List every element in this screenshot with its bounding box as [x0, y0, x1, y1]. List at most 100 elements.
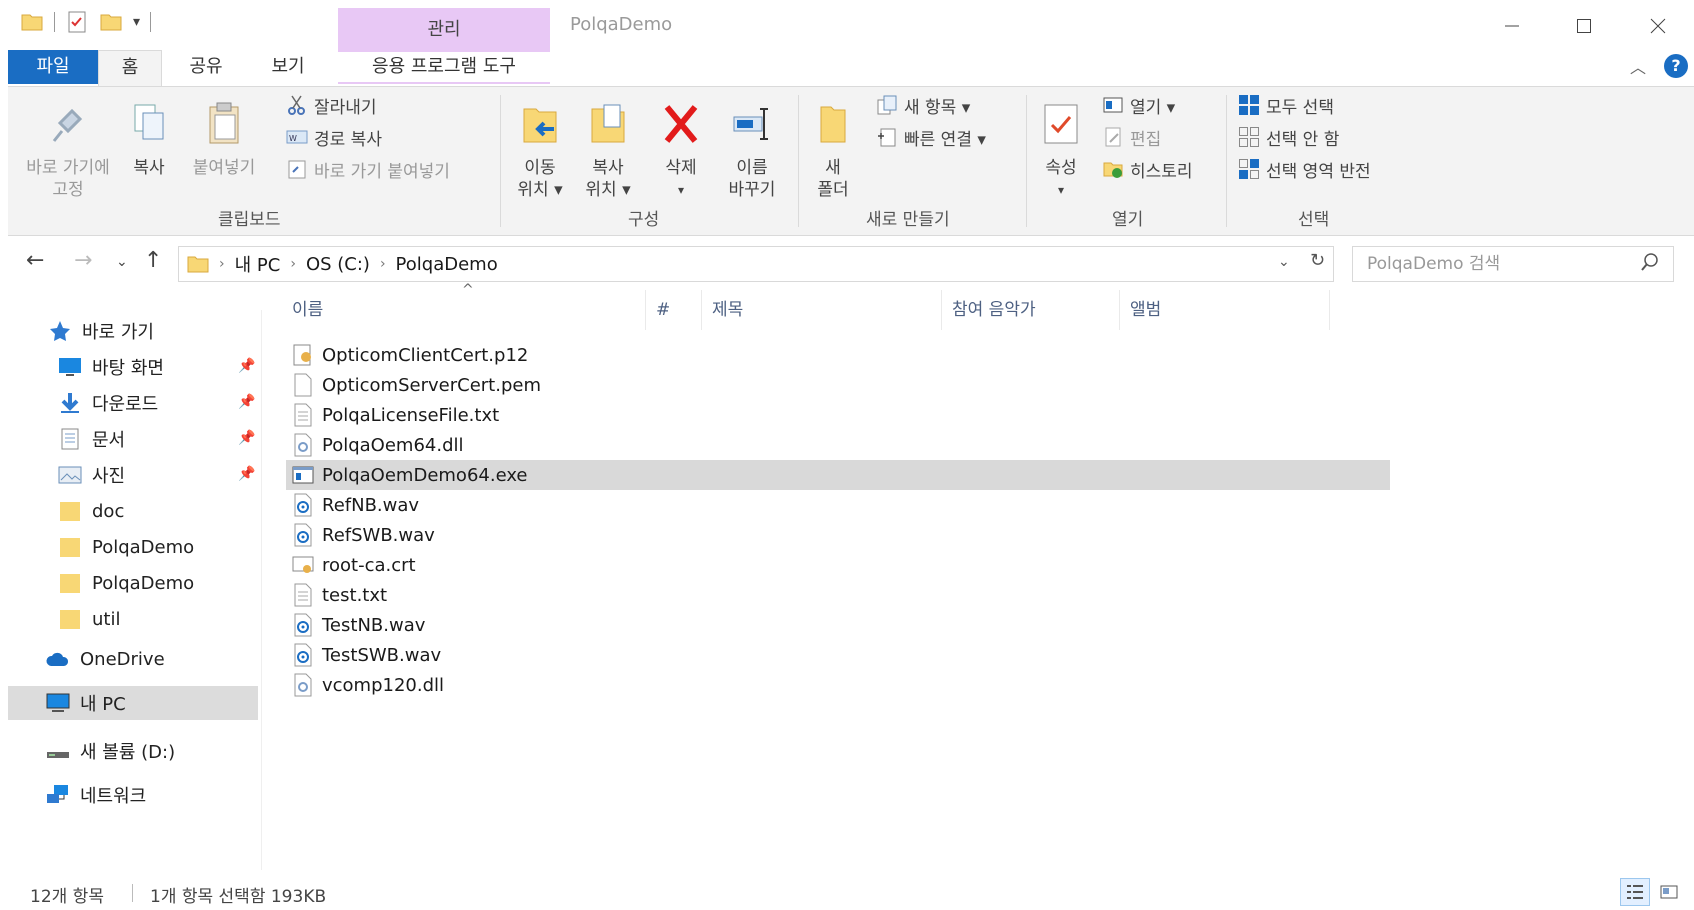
- file-row[interactable]: PolqaOemDemo64.exe: [286, 460, 1390, 490]
- edit-icon: [1105, 127, 1121, 147]
- nav-new-volume[interactable]: 새 볼륨 (D:): [0, 734, 258, 768]
- file-row[interactable]: TestSWB.wav: [286, 640, 1390, 670]
- back-arrow-icon[interactable]: ←: [26, 248, 44, 273]
- nav-this-pc[interactable]: 내 PC: [8, 686, 258, 720]
- maximize-button[interactable]: [1562, 6, 1606, 46]
- select-none-button[interactable]: 선택 안 함: [1238, 123, 1339, 151]
- breadcrumb-os-c[interactable]: OS (C:): [306, 254, 370, 275]
- nav-desktop[interactable]: 바탕 화면: [0, 350, 258, 384]
- large-icons-view-button[interactable]: [1654, 878, 1684, 906]
- address-bar[interactable]: › 내 PC › OS (C:) › PolqaDemo: [178, 246, 1334, 282]
- paste-button[interactable]: 붙여넣기: [186, 101, 262, 179]
- group-separator: [798, 95, 799, 227]
- details-view-button[interactable]: [1620, 878, 1650, 906]
- up-arrow-icon[interactable]: ↑: [144, 248, 162, 273]
- select-all-button[interactable]: 모두 선택: [1238, 91, 1334, 119]
- nav-network[interactable]: 네트워크: [0, 778, 258, 812]
- refresh-icon[interactable]: ↻: [1310, 250, 1325, 271]
- column-header-title[interactable]: 제목: [702, 290, 942, 330]
- address-dropdown-icon[interactable]: ⌄: [1278, 254, 1290, 270]
- easy-access-button[interactable]: 빠른 연결 ▾: [876, 123, 986, 151]
- tab-view[interactable]: 보기: [256, 50, 320, 84]
- copy-to-button[interactable]: 복사 위치 ▾: [578, 101, 638, 201]
- forward-arrow-icon[interactable]: →: [74, 248, 92, 273]
- invert-selection-button[interactable]: 선택 영역 반전: [1238, 155, 1371, 183]
- search-icon[interactable]: [1640, 252, 1660, 272]
- file-row[interactable]: PolqaOem64.dll: [286, 430, 1390, 460]
- collapse-ribbon-icon[interactable]: ︿: [1630, 54, 1646, 78]
- new-item-button[interactable]: 새 항목 ▾: [876, 91, 970, 119]
- file-row[interactable]: OpticomClientCert.p12: [286, 340, 1390, 370]
- new-folder-label: 새: [825, 158, 841, 178]
- copy-path-button[interactable]: W 경로 복사: [286, 123, 382, 151]
- search-input[interactable]: PolqaDemo 검색: [1352, 246, 1674, 282]
- open-button[interactable]: 열기 ▾: [1102, 91, 1175, 119]
- cut-button[interactable]: 잘라내기: [286, 91, 377, 119]
- properties-check-icon[interactable]: [65, 10, 89, 34]
- nav-folder-polqademo[interactable]: PolqaDemo: [0, 530, 258, 564]
- exe-icon: [292, 466, 314, 484]
- column-header-number[interactable]: #: [646, 290, 702, 330]
- file-name: root-ca.crt: [322, 554, 416, 576]
- breadcrumb-polqademo[interactable]: PolqaDemo: [396, 254, 498, 275]
- tab-application-tools[interactable]: 응용 프로그램 도구: [338, 50, 550, 84]
- copy-label: 복사: [133, 158, 165, 178]
- customize-toolbar-icon[interactable]: ▾: [133, 14, 140, 30]
- nav-folder-util[interactable]: util: [0, 602, 258, 636]
- file-name: OpticomServerCert.pem: [322, 374, 541, 396]
- folder-icon[interactable]: [20, 10, 44, 34]
- tab-file[interactable]: 파일: [8, 50, 98, 84]
- breadcrumb-chevron-icon[interactable]: ›: [290, 256, 296, 272]
- file-row[interactable]: vcomp120.dll: [286, 670, 1390, 700]
- breadcrumb-chevron-icon[interactable]: ›: [380, 256, 386, 272]
- invert-selection-icon: [1239, 159, 1259, 179]
- close-button[interactable]: [1636, 6, 1680, 46]
- rename-button[interactable]: 이름 바꾸기: [720, 101, 784, 201]
- column-header-album[interactable]: 앨범: [1120, 290, 1330, 330]
- group-select-label: 선택: [1298, 210, 1330, 230]
- delete-button[interactable]: 삭제 ▾: [656, 101, 706, 201]
- history-button[interactable]: 히스토리: [1102, 155, 1193, 183]
- edit-button[interactable]: 편집: [1102, 123, 1161, 151]
- nav-pictures[interactable]: 사진: [0, 458, 258, 492]
- nav-quick-access[interactable]: 바로 가기: [0, 314, 258, 348]
- audio-icon: [294, 493, 312, 517]
- nav-onedrive[interactable]: OneDrive: [0, 642, 258, 676]
- recent-locations-chevron-icon[interactable]: ⌄: [116, 254, 128, 270]
- nav-downloads-label: 다운로드: [92, 394, 159, 415]
- group-separator: [1226, 95, 1227, 227]
- group-open-label: 열기: [1112, 210, 1144, 230]
- pin-icon: 📌: [238, 466, 256, 482]
- group-new-label: 새로 만들기: [866, 210, 950, 230]
- new-folder-button[interactable]: 새 폴더: [808, 101, 858, 201]
- nav-folder-doc[interactable]: doc: [0, 494, 258, 528]
- move-to-button[interactable]: 이동 위치 ▾: [510, 101, 570, 201]
- nav-downloads[interactable]: 다운로드: [0, 386, 258, 420]
- maximize-icon: [1577, 19, 1591, 33]
- nav-folder-polqademo-2[interactable]: PolqaDemo: [0, 566, 258, 600]
- file-row[interactable]: RefSWB.wav: [286, 520, 1390, 550]
- file-row[interactable]: OpticomServerCert.pem: [286, 370, 1390, 400]
- nav-documents[interactable]: 문서: [0, 422, 258, 456]
- column-header-name[interactable]: 이름: [282, 290, 646, 330]
- minimize-button[interactable]: [1490, 6, 1534, 46]
- tab-share[interactable]: 공유: [174, 50, 238, 84]
- breadcrumb-this-pc[interactable]: 내 PC: [235, 251, 281, 277]
- file-row[interactable]: test.txt: [286, 580, 1390, 610]
- file-row[interactable]: RefNB.wav: [286, 490, 1390, 520]
- tab-home[interactable]: 홈: [98, 50, 162, 86]
- column-header-artists[interactable]: 참여 음악가: [942, 290, 1120, 330]
- paste-shortcut-button[interactable]: 바로 가기 붙여넣기: [286, 155, 450, 183]
- manage-tab-header[interactable]: 관리: [338, 8, 550, 52]
- new-folder-icon[interactable]: [99, 10, 123, 34]
- pin-quick-access-button[interactable]: 바로 가기에 고정: [18, 101, 118, 201]
- file-row[interactable]: PolqaLicenseFile.txt: [286, 400, 1390, 430]
- help-icon[interactable]: ?: [1664, 54, 1688, 78]
- breadcrumb-chevron-icon[interactable]: ›: [219, 256, 225, 272]
- select-all-label: 모두 선택: [1266, 97, 1334, 118]
- properties-button[interactable]: 속성 ▾: [1036, 101, 1086, 201]
- file-row[interactable]: TestNB.wav: [286, 610, 1390, 640]
- nav-onedrive-label: OneDrive: [80, 648, 165, 670]
- file-row[interactable]: root-ca.crt: [286, 550, 1390, 580]
- copy-button[interactable]: 복사: [124, 101, 174, 179]
